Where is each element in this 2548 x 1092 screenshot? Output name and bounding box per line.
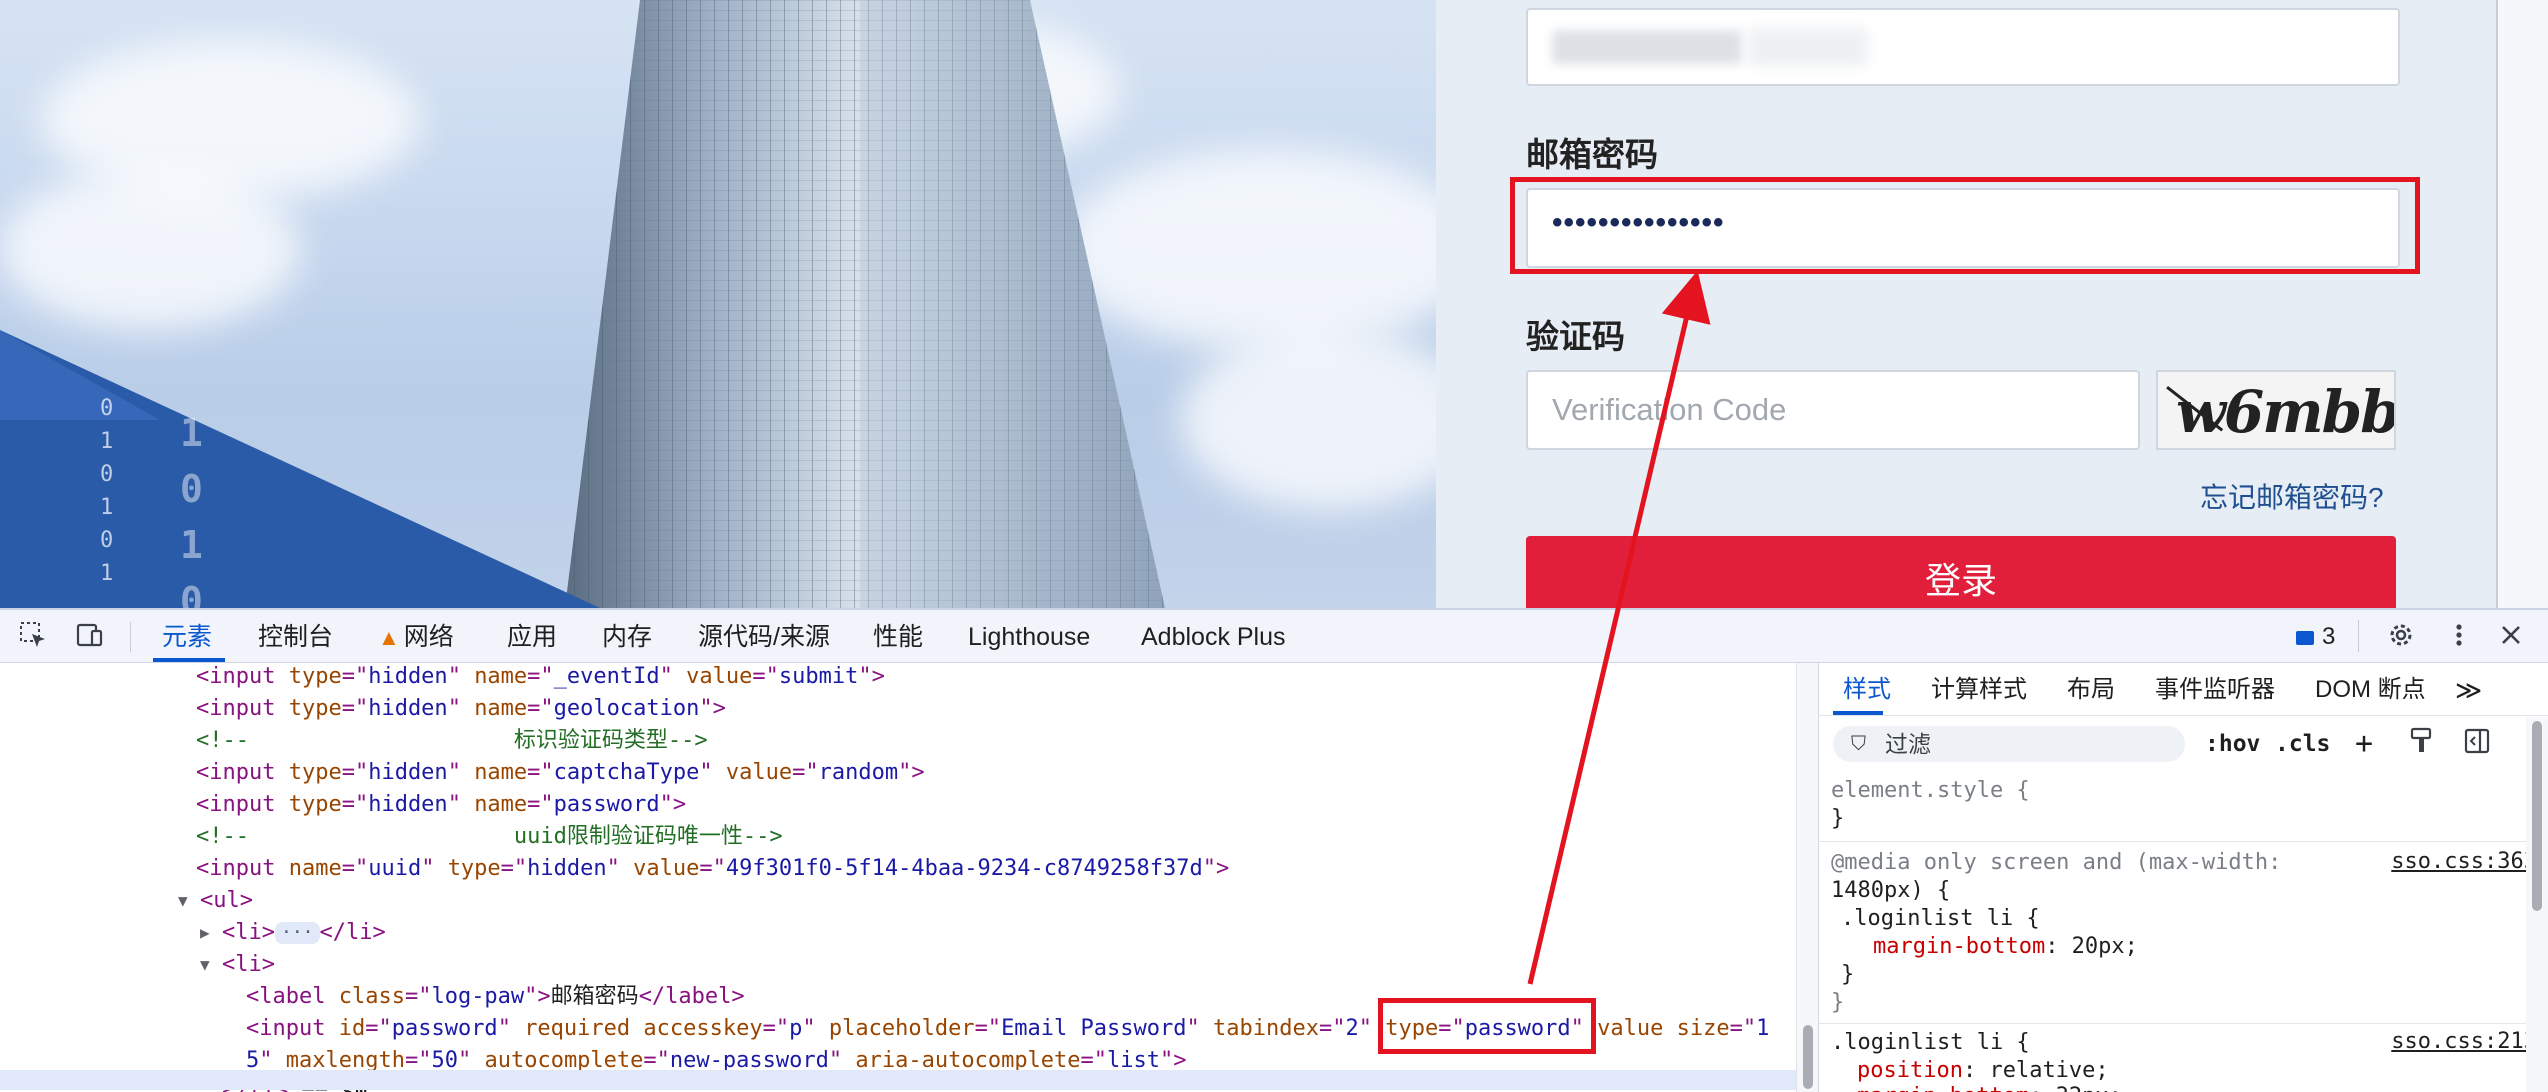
styles-pane: 样式 计算样式 布局 事件监听器 DOM 断点 ≫ ⛉ 过滤 :hov .cls …: [1818, 663, 2548, 1092]
dom-node-line[interactable]: <input type="hidden" name="captchaType" …: [196, 757, 925, 789]
settings-gear-icon[interactable]: [2384, 620, 2418, 654]
tab-performance[interactable]: 性能: [873, 610, 923, 662]
expanded-triangle-icon[interactable]: ▼: [178, 885, 188, 917]
dom-node-line[interactable]: <input name="uuid" type="hidden" value="…: [196, 853, 1229, 885]
styles-filter-input[interactable]: ⛉ 过滤: [1833, 726, 2185, 762]
dom-node-line[interactable]: <!-- uuid限制验证码唯一性-->: [196, 821, 783, 853]
styles-subtabs: 样式 计算样式 布局 事件监听器 DOM 断点 ≫: [1819, 663, 2548, 716]
tab-network[interactable]: ▲ 网络: [378, 610, 454, 662]
login-button[interactable]: 登录: [1526, 536, 2396, 608]
tab-console[interactable]: 控制台: [258, 610, 333, 662]
tab-sources[interactable]: 源代码/来源: [698, 610, 830, 662]
captcha-image[interactable]: w6mbb: [2156, 370, 2396, 450]
devtools-toolbar: 元素 控制台 ▲ 网络 应用 内存 源代码/来源 性能 Lighthouse Ad…: [0, 610, 2548, 663]
selected-node-highlight: [0, 1070, 1796, 1090]
close-icon[interactable]: [2494, 620, 2528, 654]
css-declaration[interactable]: position: relative;: [1857, 1057, 2109, 1085]
paint-brush-icon[interactable]: [2409, 726, 2435, 767]
css-source-link-213[interactable]: sso.css:213: [2391, 1029, 2537, 1054]
password-label: 邮箱密码: [1526, 136, 1658, 173]
dom-node-line[interactable]: <label class="log-paw">邮箱密码</label>: [246, 981, 745, 1013]
hov-toggle[interactable]: :hov: [2205, 726, 2260, 762]
subtab-layout[interactable]: 布局: [2067, 663, 2115, 717]
css-source-link-363[interactable]: sso.css:363: [2391, 849, 2537, 874]
rule-media-query: @media only screen and (max-width:: [1831, 850, 2282, 875]
hero-image: 010101 1010: [0, 0, 1436, 608]
styles-scrollbar[interactable]: [2526, 717, 2548, 1092]
css-declaration[interactable]: margin-bottom: 32px;: [1857, 1083, 2122, 1092]
devtools-panel: 元素 控制台 ▲ 网络 应用 内存 源代码/来源 性能 Lighthouse Ad…: [0, 608, 2548, 1092]
dom-node-line[interactable]: ▼ <li>: [200, 949, 275, 981]
more-tabs-chevron-icon[interactable]: ≫: [2455, 663, 2482, 717]
dom-node-line[interactable]: <!-- 标识验证码类型-->: [196, 725, 708, 757]
toggle-sidebar-icon[interactable]: [2463, 726, 2491, 767]
tab-adblock-plus[interactable]: Adblock Plus: [1141, 610, 1286, 662]
elements-scrollbar[interactable]: [1796, 663, 1819, 1092]
collapsed-children-ellipsis[interactable]: ···: [274, 922, 320, 944]
tab-memory[interactable]: 内存: [602, 610, 652, 662]
issues-icon: [2296, 630, 2314, 645]
tab-lighthouse[interactable]: Lighthouse: [968, 610, 1090, 662]
captcha-placeholder: Verification Code: [1552, 392, 1787, 427]
tab-elements[interactable]: 元素: [162, 610, 212, 662]
captcha-text: w6mbb: [2176, 378, 2396, 446]
rule-loginlist-li-media: .loginlist li {: [1841, 906, 2040, 931]
account-input[interactable]: [1526, 8, 2400, 86]
filter-icon: ⛉: [1851, 733, 1866, 755]
issues-counter[interactable]: 3: [2296, 610, 2335, 662]
collapsed-triangle-icon[interactable]: ▶: [200, 917, 210, 949]
inspect-element-icon[interactable]: [16, 620, 50, 654]
page-scrollbar[interactable]: [2496, 0, 2548, 608]
dom-node-line[interactable]: ▶ <li> ··· </li>: [200, 917, 386, 949]
rule-loginlist-li: .loginlist li {: [1831, 1030, 2030, 1055]
binary-decoration-large: 1010: [180, 411, 203, 608]
subtab-styles[interactable]: 样式: [1843, 663, 1891, 717]
expanded-triangle-icon[interactable]: ▼: [200, 949, 210, 981]
subtab-computed[interactable]: 计算样式: [1931, 663, 2027, 717]
cls-toggle[interactable]: .cls: [2275, 726, 2330, 762]
dom-node-line[interactable]: ▼ <ul>: [178, 885, 253, 917]
annotation-box-password-field: [1510, 177, 2420, 274]
rule-element-style: element.style {: [1831, 778, 2030, 803]
new-rule-plus-icon[interactable]: +: [2355, 726, 2373, 762]
tab-application[interactable]: 应用: [507, 610, 557, 662]
dom-node-line[interactable]: <input type="hidden" name="geolocation">: [196, 693, 726, 725]
subtab-dom-breakpoints[interactable]: DOM 断点: [2315, 663, 2426, 717]
dom-node-line[interactable]: <input type="hidden" name="password">: [196, 789, 686, 821]
dom-node-line[interactable]: <input type="hidden" name="_eventId" val…: [196, 663, 885, 693]
web-page: 010101 1010 邮箱密码 ••••••••••••••• 验证码 Ver…: [0, 0, 2548, 608]
login-form-panel: [1436, 0, 2496, 608]
binary-decoration: 010101: [100, 396, 114, 586]
redacted-account-value: [1552, 30, 1742, 64]
subtab-event-listeners[interactable]: 事件监听器: [2155, 663, 2275, 717]
css-declaration[interactable]: margin-bottom: 20px;: [1873, 933, 2138, 961]
annotation-box-type-password: [1378, 998, 1596, 1054]
forgot-password-link[interactable]: 忘记邮箱密码?: [2200, 476, 2384, 516]
warning-icon: ▲: [378, 625, 400, 650]
more-options-icon[interactable]: [2442, 620, 2476, 654]
building-illustration: [0, 0, 1165, 608]
device-toolbar-icon[interactable]: [72, 620, 106, 654]
captcha-input[interactable]: Verification Code: [1526, 370, 2140, 450]
styles-filter-row: ⛉ 过滤 :hov .cls +: [1819, 716, 2548, 770]
captcha-label: 验证码: [1526, 318, 1625, 355]
